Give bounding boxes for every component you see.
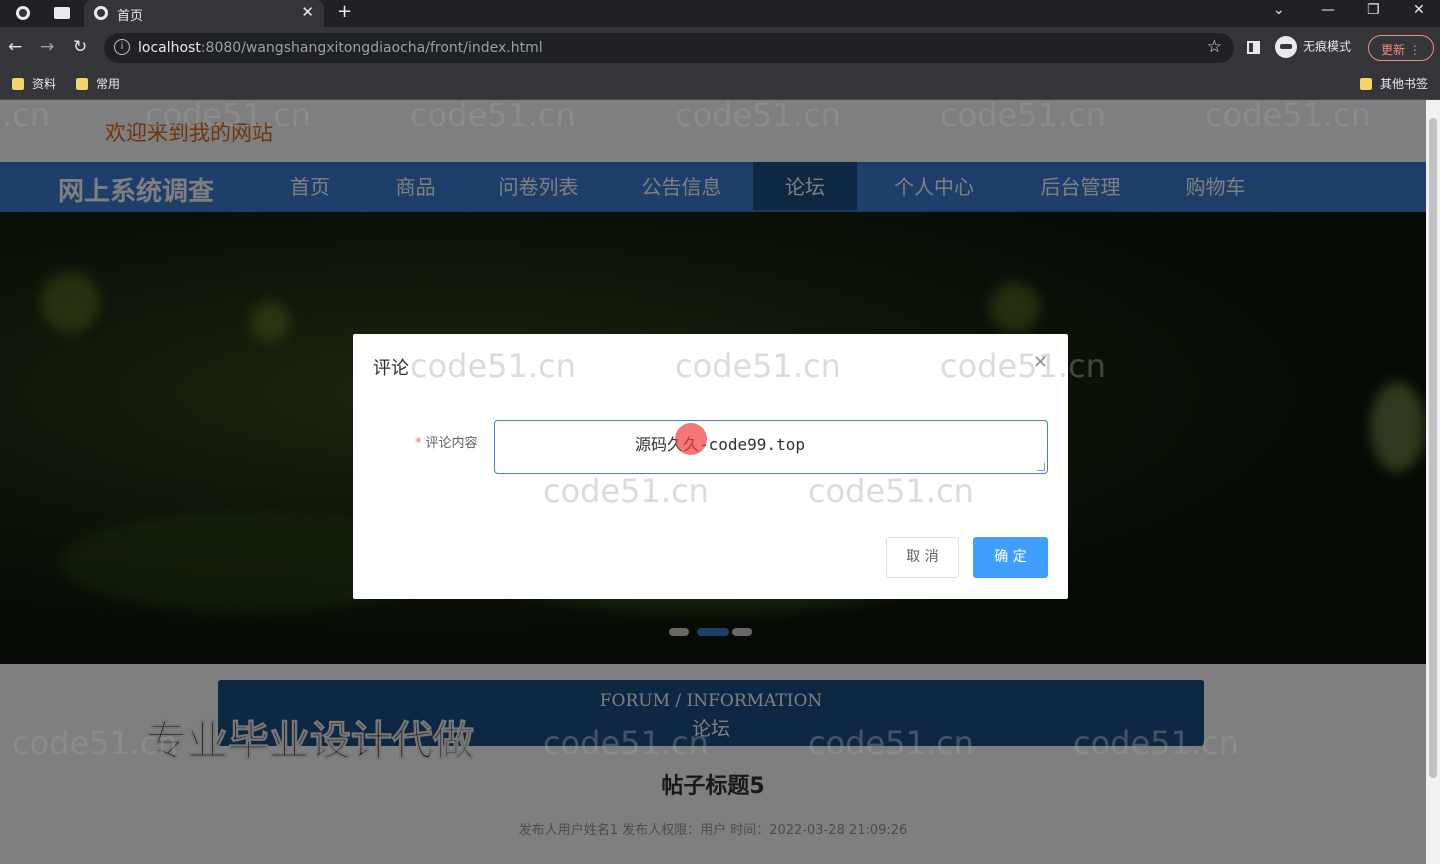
- browser-tab-strip: 首页 ✕ + ⌄ — ❐ ✕: [0, 0, 1440, 27]
- watermark: code51.cn: [675, 100, 841, 134]
- bookmark-label: 常用: [96, 77, 121, 91]
- update-button[interactable]: 更新 ⋮: [1368, 35, 1434, 61]
- browser-toolbar: ← → ↻ i localhost:8080/wangshangxitongdi…: [0, 27, 1440, 69]
- comment-label: * 评论内容: [415, 432, 478, 451]
- other-bookmarks-label: 其他书签: [1380, 77, 1429, 91]
- tab-close-icon[interactable]: ✕: [301, 3, 314, 21]
- watermark: code51.cn: [808, 472, 974, 510]
- minimize-button[interactable]: —: [1321, 2, 1335, 18]
- dialog-title: 评论: [373, 358, 409, 379]
- url-host: localhost: [138, 40, 201, 56]
- mouse-cursor-highlight: [675, 423, 707, 455]
- watermark: code51.cn: [808, 724, 974, 762]
- other-bookmarks[interactable]: 其他书签: [1360, 75, 1428, 92]
- resize-handle[interactable]: [1037, 463, 1045, 471]
- address-bar[interactable]: i localhost:8080/wangshangxitongdiaocha/…: [104, 33, 1234, 63]
- folder-icon: [76, 78, 88, 90]
- update-label: 更新: [1381, 43, 1406, 57]
- watermark: code51.cn: [543, 724, 709, 762]
- folder-icon: [12, 78, 24, 90]
- page-scrollbar[interactable]: [1426, 100, 1440, 864]
- bookmarks-bar: 资料 常用 其他书签: [0, 69, 1440, 100]
- web-page: 欢迎来到我的网站 网上系统调查 首页 商品 问卷列表 公告信息 论坛 个人中心 …: [0, 100, 1426, 864]
- bookmark-folder-1[interactable]: 资料: [12, 75, 56, 92]
- incognito-label: 无痕模式: [1303, 39, 1352, 54]
- watermark: code51.cn: [940, 347, 1106, 385]
- confirm-button[interactable]: 确 定: [973, 537, 1048, 578]
- forward-arrow-icon[interactable]: →: [40, 37, 54, 57]
- url-path: :8080/wangshangxitongdiaocha/front/index…: [200, 40, 543, 56]
- watermark: code51.cn: [543, 472, 709, 510]
- scrollbar-thumb[interactable]: [1429, 118, 1437, 778]
- watermark: code51.cn: [1073, 724, 1239, 762]
- bookmark-star-icon[interactable]: ☆: [1207, 37, 1222, 57]
- tab-search-icon[interactable]: [54, 7, 70, 19]
- tab-favicon-icon: [94, 6, 108, 20]
- required-marker: *: [415, 436, 422, 451]
- comment-label-text: 评论内容: [425, 436, 478, 451]
- url-text[interactable]: localhost:8080/wangshangxitongdiaocha/fr…: [138, 40, 543, 56]
- restore-button[interactable]: ❐: [1367, 2, 1380, 18]
- watermark: code51.cn: [1205, 100, 1371, 134]
- browser-tab[interactable]: 首页 ✕: [84, 0, 324, 27]
- watermark: code51.cn: [12, 724, 178, 762]
- incognito-icon: [1275, 36, 1297, 58]
- new-tab-button[interactable]: +: [337, 1, 352, 22]
- bookmark-folder-2[interactable]: 常用: [76, 75, 120, 92]
- watermark: code51.cn: [940, 100, 1106, 134]
- watermark: .cn: [2, 100, 51, 134]
- incognito-indicator[interactable]: 无痕模式: [1275, 36, 1351, 58]
- close-window-button[interactable]: ✕: [1413, 2, 1425, 18]
- cancel-button[interactable]: 取 消: [886, 537, 959, 578]
- browser-profile-icon[interactable]: [16, 6, 30, 20]
- tab-title: 首页: [117, 9, 144, 24]
- comment-value: 源码久久-code99.top: [635, 435, 805, 454]
- watermark: code51.cn: [675, 347, 841, 385]
- side-panel-icon[interactable]: [1247, 41, 1260, 54]
- tab-list-chevron-icon[interactable]: ⌄: [1273, 2, 1285, 18]
- watermark: code51.cn: [410, 100, 576, 134]
- folder-icon: [1360, 78, 1372, 90]
- site-info-icon[interactable]: i: [114, 39, 130, 55]
- comment-textarea[interactable]: 源码久久-code99.top: [494, 420, 1048, 474]
- back-arrow-icon[interactable]: ←: [8, 37, 22, 57]
- bookmark-label: 资料: [32, 77, 57, 91]
- reload-icon[interactable]: ↻: [73, 37, 87, 57]
- watermark: code51.cn: [410, 347, 576, 385]
- watermark: code51.cn: [145, 100, 311, 134]
